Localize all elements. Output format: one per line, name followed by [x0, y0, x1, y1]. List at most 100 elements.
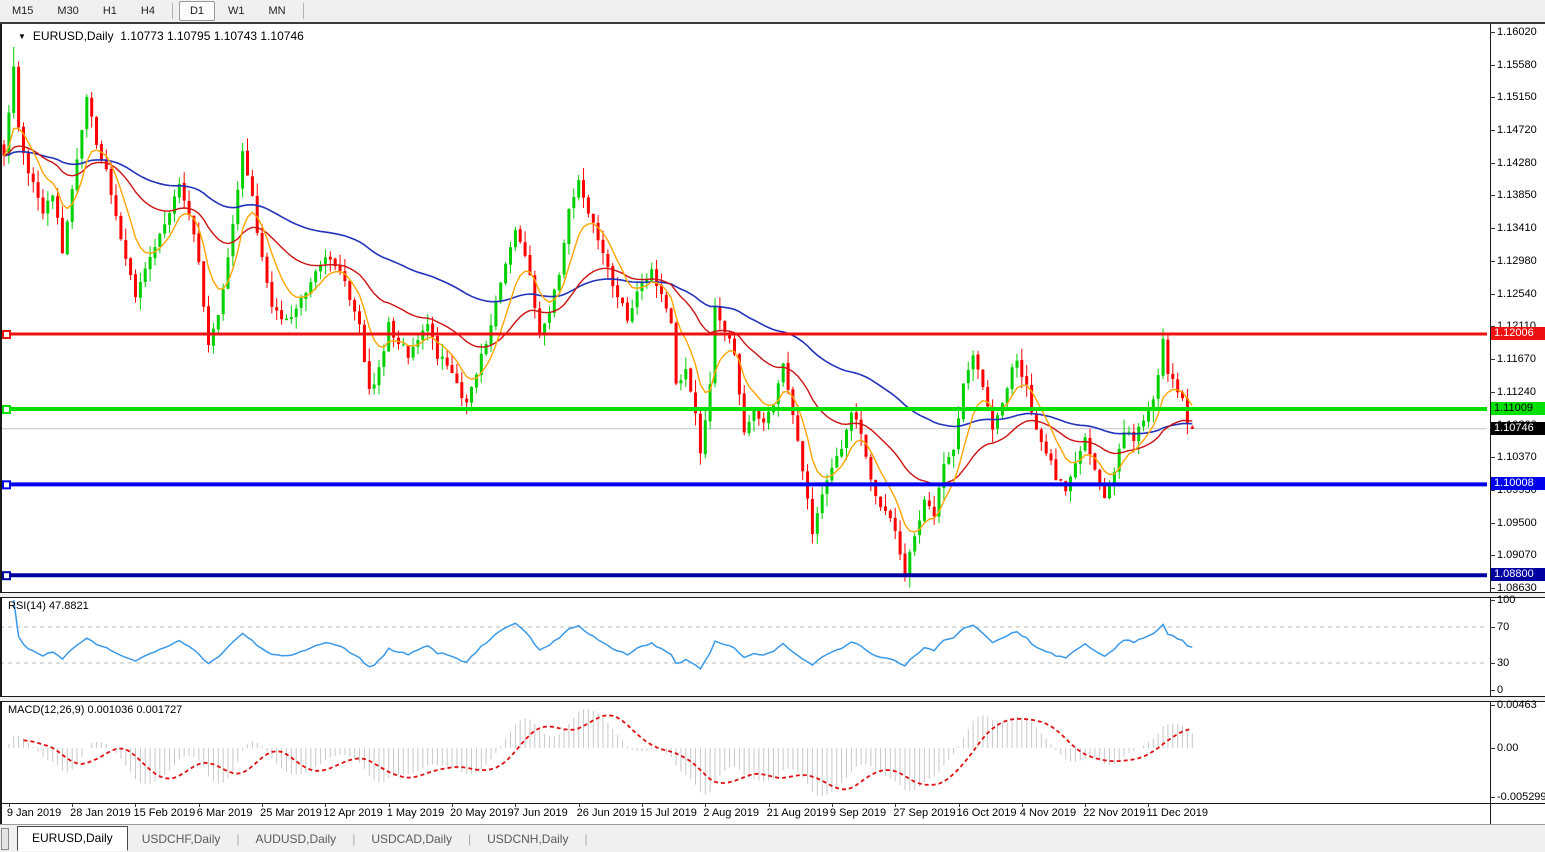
date-label: 25 Mar 2019	[260, 807, 322, 819]
rsi-axis-tick	[1490, 600, 1495, 601]
tab-audusd-daily[interactable]: AUDUSD,Daily	[242, 829, 351, 849]
symbol-dropdown-icon[interactable]: ▼	[18, 32, 26, 41]
candlestick-chart[interactable]	[0, 24, 1491, 592]
tab-scroll-button[interactable]	[1, 828, 9, 850]
price-axis-tick	[1490, 294, 1495, 295]
panel-separator[interactable]	[0, 592, 1545, 598]
date-label: 15 Feb 2019	[133, 807, 195, 819]
price-axis-tick	[1490, 130, 1495, 131]
price-axis-tick	[1490, 588, 1495, 589]
macd-axis-tick-label: -0.005299	[1497, 791, 1545, 803]
tab-eurusd-daily[interactable]: EURUSD,Daily	[17, 826, 128, 851]
macd-axis-tick	[1490, 748, 1495, 749]
price-axis-tick-label: 1.16020	[1497, 26, 1537, 38]
price-axis-tick	[1490, 65, 1495, 66]
timeframe-button-h1[interactable]: H1	[92, 1, 128, 21]
macd-axis-tick-label: 0.00	[1497, 742, 1518, 754]
rsi-axis-tick-label: 70	[1497, 621, 1509, 633]
price-axis-tick-label: 1.12540	[1497, 288, 1537, 300]
tab-usdcnh-daily[interactable]: USDCNH,Daily	[473, 829, 582, 849]
price-axis-tick-label: 1.14280	[1497, 157, 1537, 169]
macd-name: MACD(12,26,9)	[8, 704, 84, 716]
price-axis-tick	[1490, 261, 1495, 262]
date-label: 4 Nov 2019	[1020, 807, 1076, 819]
tab-separator: |	[466, 832, 473, 846]
current-price-tag: 1.10746	[1491, 422, 1545, 435]
chart-title: ▼ EURUSD,Daily 1.10773 1.10795 1.10743 1.…	[18, 29, 304, 43]
rsi-indicator-label: RSI(14) 47.8821	[8, 600, 89, 612]
price-axis-tick	[1490, 392, 1495, 393]
rsi-axis-tick-label: 100	[1497, 594, 1515, 606]
macd-axis-tick	[1490, 797, 1495, 798]
date-label: 12 Apr 2019	[323, 807, 382, 819]
price-axis-tick	[1490, 457, 1495, 458]
timeframe-button-d1[interactable]: D1	[179, 1, 215, 21]
timeframe-button-h4[interactable]: H4	[130, 1, 166, 21]
panel-separator[interactable]	[0, 696, 1545, 702]
timeframe-button-m30[interactable]: M30	[46, 1, 89, 21]
date-label: 15 Jul 2019	[640, 807, 697, 819]
price-axis-tick-label: 1.11240	[1497, 386, 1536, 398]
price-axis-tick	[1490, 490, 1495, 491]
price-axis-tick	[1490, 523, 1495, 524]
price-axis-tick	[1490, 163, 1495, 164]
date-label: 1 May 2019	[387, 807, 444, 819]
chart-tab-bar: EURUSD,DailyUSDCHF,Daily|AUDUSD,Daily|US…	[0, 825, 1545, 852]
tab-usdcad-daily[interactable]: USDCAD,Daily	[357, 829, 466, 849]
price-axis-tick-label: 1.09070	[1497, 549, 1537, 561]
price-axis-tick-label: 1.08630	[1497, 582, 1537, 594]
hline-price-tag: 1.10008	[1491, 477, 1545, 490]
toolbar-separator	[172, 3, 173, 19]
hline-price-tag: 1.12006	[1491, 327, 1545, 340]
price-axis-tick-label: 1.09500	[1497, 517, 1537, 529]
hline-price-tag: 1.08800	[1491, 568, 1545, 581]
date-label: 21 Aug 2019	[767, 807, 829, 819]
price-axis-tick-label: 1.12980	[1497, 255, 1537, 267]
date-label: 11 Dec 2019	[1146, 807, 1208, 819]
date-label: 20 May 2019	[450, 807, 514, 819]
mt4-window: M15M30H1H4 D1W1MN ▼ EURUSD,Daily 1.10773 1…	[0, 0, 1545, 852]
price-axis-tick-label: 1.15150	[1497, 91, 1537, 103]
macd-axis-tick	[1490, 705, 1495, 706]
rsi-name: RSI(14)	[8, 600, 46, 612]
date-label: 2 Aug 2019	[703, 807, 759, 819]
date-label: 27 Sep 2019	[893, 807, 955, 819]
date-label: 28 Jan 2019	[70, 807, 131, 819]
price-axis-tick	[1490, 228, 1495, 229]
price-axis-tick-label: 1.15580	[1497, 59, 1537, 71]
price-axis-tick-label: 1.14720	[1497, 124, 1537, 136]
date-label: 22 Nov 2019	[1083, 807, 1145, 819]
rsi-value: 47.8821	[49, 600, 89, 612]
price-axis-tick-label: 1.13410	[1497, 222, 1537, 234]
tab-separator: |	[234, 832, 241, 846]
rsi-axis-tick	[1490, 663, 1495, 664]
price-axis-tick-label: 1.11670	[1497, 353, 1536, 365]
date-label: 9 Jan 2019	[7, 807, 61, 819]
chart-symbol-label: EURUSD,Daily	[33, 29, 114, 43]
rsi-panel[interactable]	[0, 596, 1491, 696]
timeframe-button-w1[interactable]: W1	[217, 1, 256, 21]
price-axis-tick	[1490, 97, 1495, 98]
price-axis-tick	[1490, 359, 1495, 360]
toolbar-separator	[303, 3, 304, 19]
rsi-axis-tick	[1490, 690, 1495, 691]
date-label: 26 Jun 2019	[577, 807, 638, 819]
panel-border	[0, 24, 2, 824]
date-label: 7 Jun 2019	[513, 807, 567, 819]
timeframe-button-m15[interactable]: M15	[1, 1, 44, 21]
price-axis-tick-label: 1.13850	[1497, 189, 1537, 201]
macd-panel[interactable]	[0, 700, 1491, 803]
tab-separator: |	[582, 832, 589, 846]
timeframe-button-mn[interactable]: MN	[258, 1, 297, 21]
timeframe-toolbar: M15M30H1H4 D1W1MN	[0, 0, 1545, 23]
hline-price-tag: 1.11009	[1491, 402, 1545, 415]
date-label: 16 Oct 2019	[957, 807, 1017, 819]
macd-values: 0.001036 0.001727	[87, 704, 182, 716]
price-axis-tick	[1490, 555, 1495, 556]
chart-ohlc-values: 1.10773 1.10795 1.10743 1.10746	[120, 29, 304, 43]
rsi-axis-tick	[1490, 627, 1495, 628]
tab-usdchf-daily[interactable]: USDCHF,Daily	[128, 829, 235, 849]
rsi-axis-tick-label: 30	[1497, 657, 1509, 669]
tab-separator: |	[350, 832, 357, 846]
price-axis-tick	[1490, 195, 1495, 196]
